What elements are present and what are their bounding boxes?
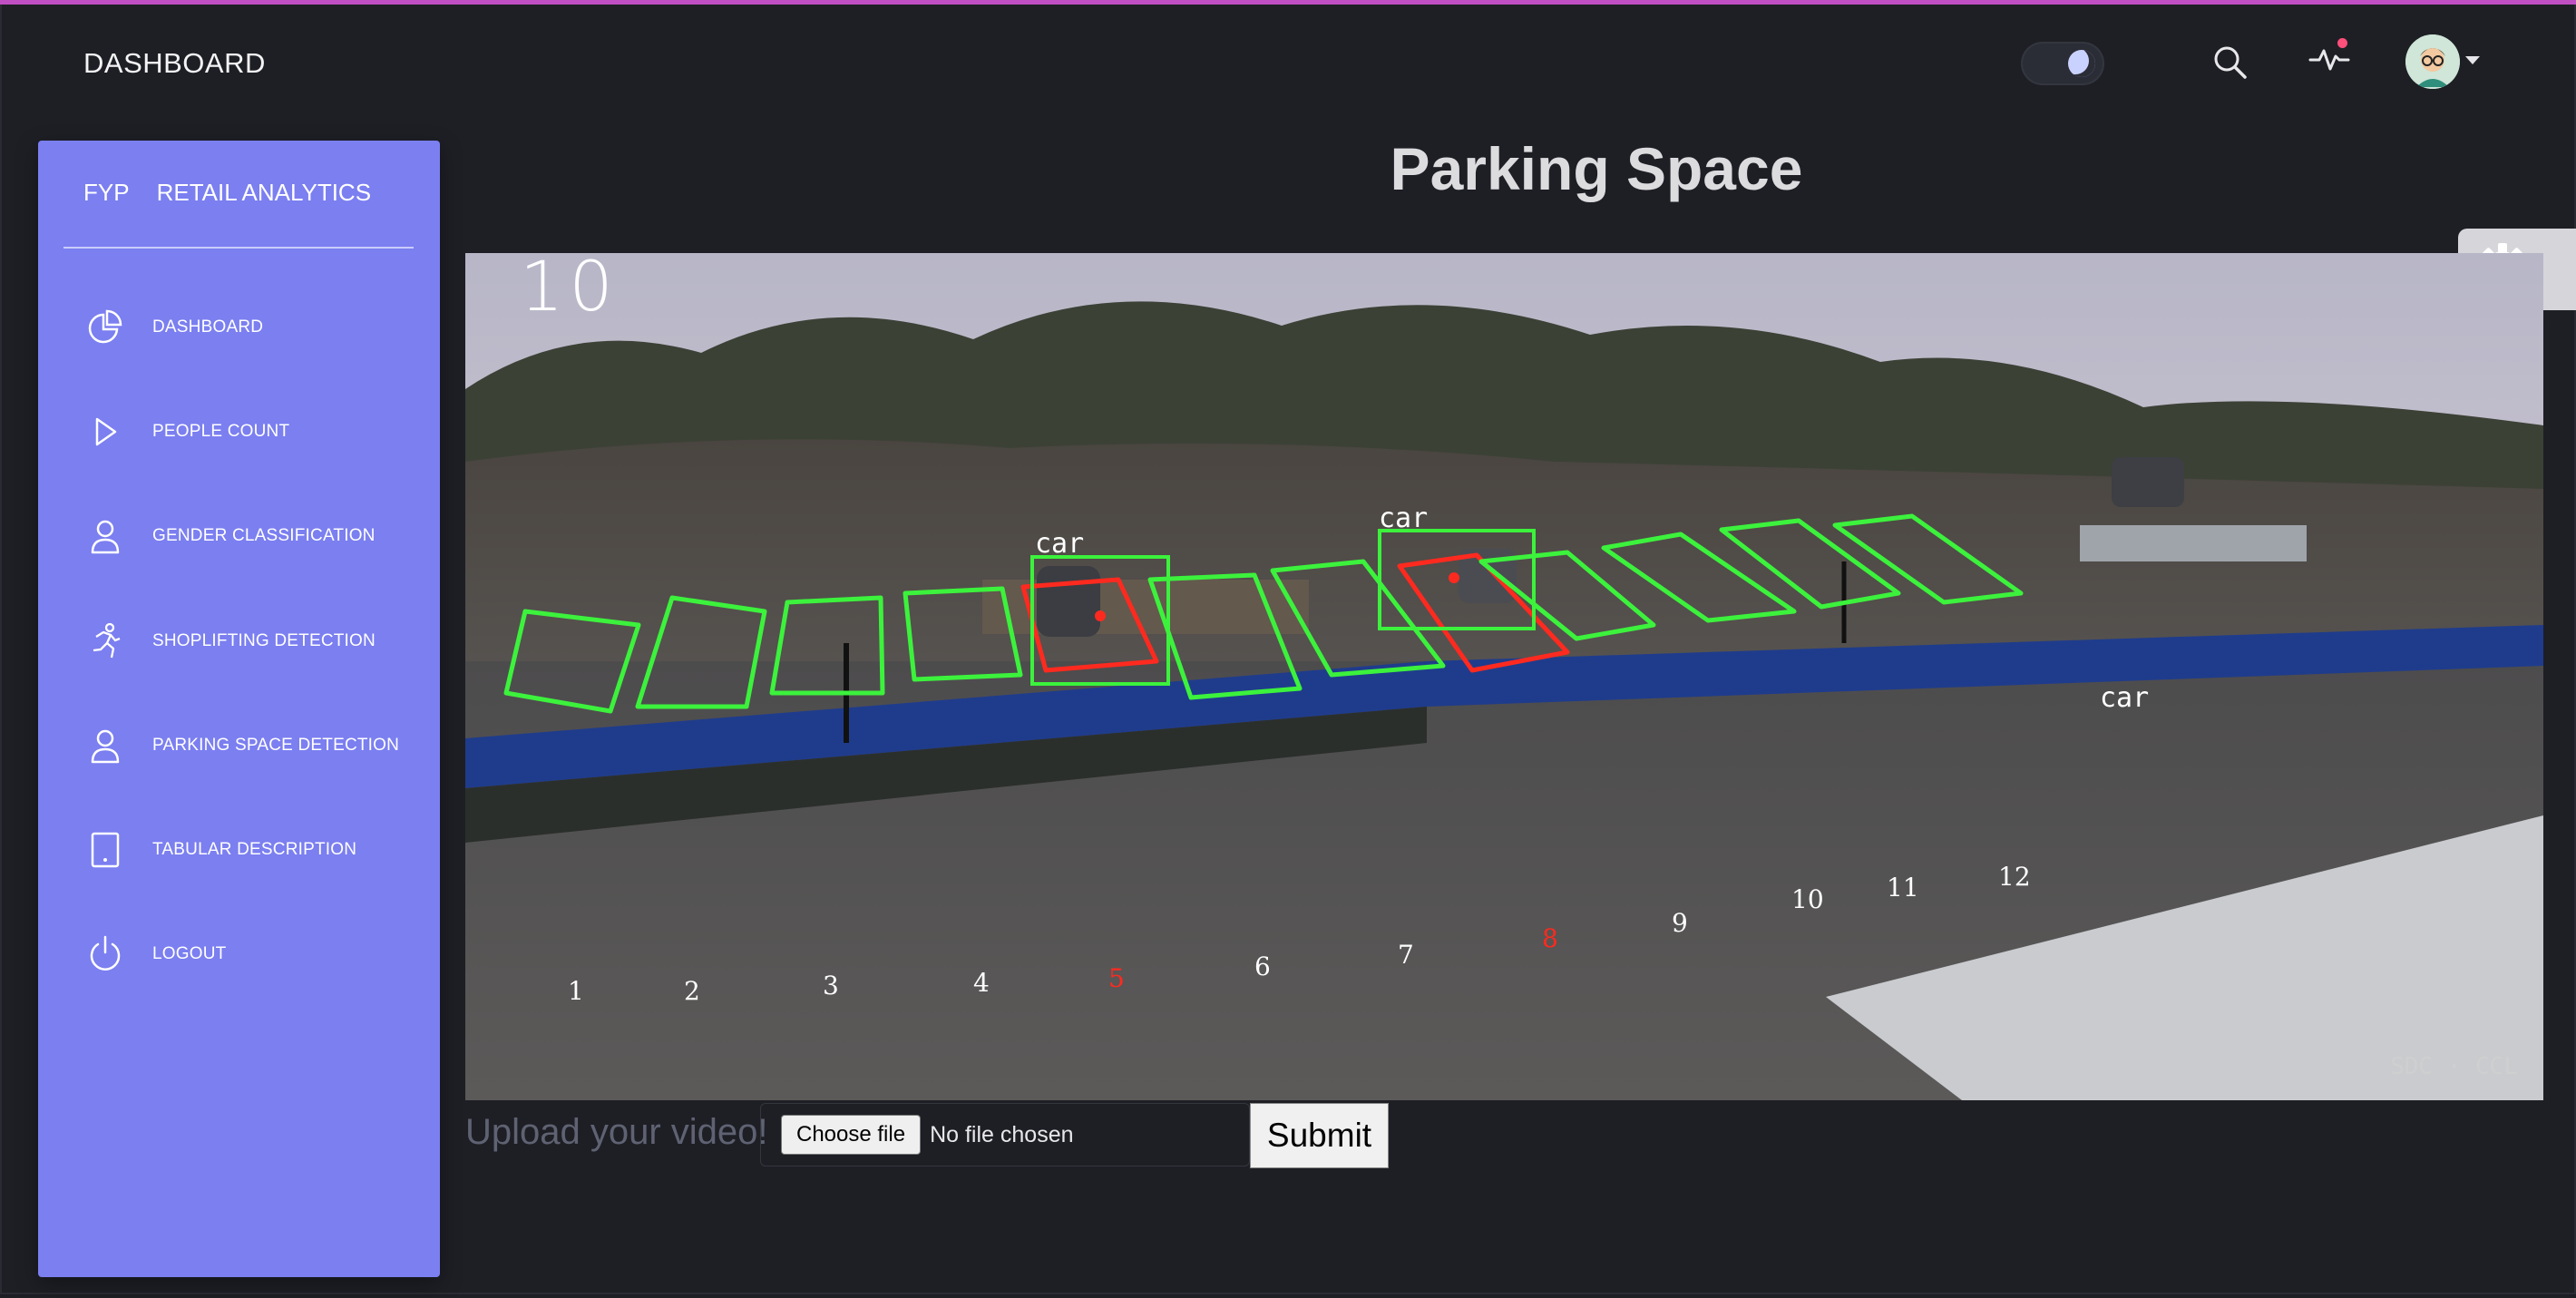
sidebar-brand[interactable]: FYP RETAIL ANALYTICS — [83, 179, 371, 207]
sidebar-brand-title: RETAIL ANALYTICS — [156, 179, 372, 206]
parking-spot-label: 11 — [1887, 873, 1919, 903]
sidebar: FYP RETAIL ANALYTICS DASHBOARD PEOPLE CO… — [38, 141, 440, 1277]
parking-spot-label: 6 — [1254, 952, 1271, 981]
user-icon — [83, 514, 127, 558]
detection-label: car — [1035, 528, 1084, 560]
sidebar-item-label: SHOPLIFTING DETECTION — [152, 631, 376, 650]
detection-label: car — [1379, 503, 1428, 534]
file-input[interactable]: Choose file No file chosen — [760, 1103, 1250, 1166]
notification-dot — [2337, 38, 2347, 48]
detection-label: car — [2100, 682, 2149, 714]
sidebar-item-label: GENDER CLASSIFICATION — [152, 526, 376, 545]
parking-spot-label: 12 — [1998, 862, 2031, 892]
pie-chart-icon — [83, 306, 127, 349]
chevron-down-icon[interactable] — [2465, 56, 2480, 64]
parking-spot-label: 7 — [1398, 940, 1414, 970]
page-title: Parking Space — [1390, 135, 1803, 202]
parking-spot-label: 4 — [973, 968, 990, 998]
sidebar-item-logout[interactable]: LOGOUT — [83, 927, 226, 981]
moon-icon — [2068, 50, 2095, 77]
sidebar-item-people-count[interactable]: PEOPLE COUNT — [83, 405, 289, 459]
parking-spot-label: 3 — [823, 971, 839, 1000]
sidebar-item-tabular-description[interactable]: TABULAR DESCRIPTION — [83, 823, 356, 877]
sidebar-item-label: DASHBOARD — [152, 317, 264, 337]
frame-counter: 10 — [520, 253, 619, 327]
activity-icon[interactable] — [2306, 34, 2353, 82]
parking-spot-label: 1 — [568, 976, 584, 1006]
submit-button[interactable]: Submit — [1250, 1103, 1389, 1168]
running-person-icon — [83, 620, 127, 663]
search-icon[interactable] — [2206, 38, 2253, 85]
avatar[interactable] — [2405, 34, 2460, 89]
sidebar-item-dashboard[interactable]: DASHBOARD — [83, 300, 263, 355]
play-icon — [83, 410, 127, 454]
parking-spot-label: 2 — [684, 976, 700, 1006]
sidebar-item-shoplifting-detection[interactable]: SHOPLIFTING DETECTION — [83, 614, 376, 669]
theme-toggle[interactable] — [2021, 42, 2104, 85]
parking-spot-label: 5 — [1108, 963, 1125, 993]
parking-spot-label: 9 — [1672, 908, 1688, 938]
tablet-icon — [83, 828, 127, 872]
sidebar-item-label: LOGOUT — [152, 944, 227, 963]
sidebar-item-label: PARKING SPACE DETECTION — [152, 736, 400, 755]
sidebar-item-label: TABULAR DESCRIPTION — [152, 840, 357, 859]
parking-spot-label: 10 — [1791, 884, 1824, 914]
sidebar-item-gender-classification[interactable]: GENDER CLASSIFICATION — [83, 509, 376, 563]
sidebar-item-parking-space-detection[interactable]: PARKING SPACE DETECTION — [83, 718, 399, 773]
camera-watermark: SDC · CCL — [2390, 1053, 2518, 1080]
power-icon — [83, 932, 127, 976]
parking-spot-label: 8 — [1542, 923, 1558, 953]
sidebar-brand-short: FYP — [83, 179, 130, 206]
file-status: No file chosen — [930, 1121, 1074, 1147]
detection-center — [1449, 572, 1459, 583]
user-icon — [83, 724, 127, 767]
detection-center — [1095, 610, 1106, 621]
sidebar-divider — [63, 247, 414, 249]
video-frame: car car car 1 2 3 4 5 6 7 8 9 10 11 12 — [465, 253, 2543, 1100]
upload-label: Upload your video! — [465, 1112, 768, 1152]
navbar-brand[interactable]: DASHBOARD — [83, 47, 266, 80]
video-player[interactable]: car car car 1 2 3 4 5 6 7 8 9 10 11 12 1… — [465, 253, 2543, 1100]
choose-file-button[interactable]: Choose file — [781, 1115, 922, 1155]
sidebar-item-label: PEOPLE COUNT — [152, 422, 290, 441]
